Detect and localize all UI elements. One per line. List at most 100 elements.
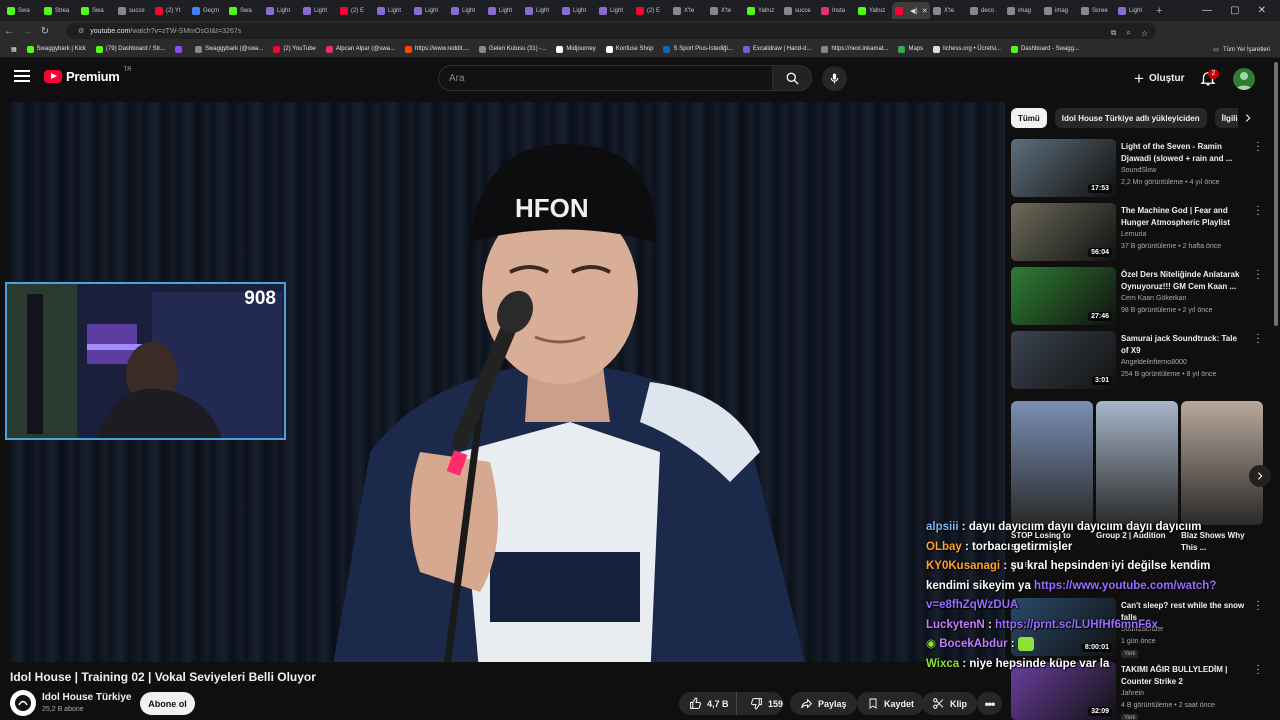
video-thumbnail[interactable]: 27:46 [1011, 267, 1116, 325]
short-thumbnail[interactable] [1011, 401, 1093, 525]
bookmark-item[interactable]: https://next.inkamat... [816, 45, 893, 53]
all-bookmarks[interactable]: ▭ Tüm Yer İşaretleri [1213, 41, 1270, 58]
recommendation-item[interactable]: 3:01 Samurai jack Soundtrack: Tale of X9 A… [1011, 330, 1263, 389]
create-button[interactable]: + Oluştur [1126, 67, 1193, 89]
minimize-icon[interactable]: — [1202, 5, 1212, 16]
maximize-icon[interactable]: ▢ [1230, 5, 1239, 16]
more-actions-button[interactable]: ••• [977, 692, 1002, 715]
browser-tab[interactable]: imag [1004, 2, 1041, 19]
bookmark-item[interactable]: Gelen Kutusu (31) -... [474, 45, 551, 53]
browser-tab[interactable]: X'te [930, 2, 967, 19]
site-info-icon[interactable]: ⚙ [78, 27, 84, 35]
bookmark-star-icon[interactable]: ☆ [1141, 29, 1148, 38]
browser-tab[interactable]: succe [115, 2, 152, 19]
bookmark-item[interactable]: https://www.reddit.... [400, 45, 474, 53]
browser-tab[interactable]: Light [263, 2, 300, 19]
hamburger-menu-icon[interactable] [14, 70, 30, 84]
bookmark-item[interactable]: lichess.org • Ücretsi... [928, 45, 1006, 53]
browser-tab[interactable]: Geçm [189, 2, 226, 19]
bookmark-item[interactable]: Excalidraw | Hand-d... [738, 45, 817, 53]
filter-chip[interactable]: Tümü [1011, 108, 1047, 128]
chat-link[interactable]: https://prnt.sc/LUHfHf6mnF6x [995, 619, 1158, 631]
browser-tab[interactable]: Light [559, 2, 596, 19]
dislike-button[interactable]: 159 [742, 692, 783, 715]
tab-close-icon[interactable]: ✕ [922, 7, 928, 15]
bookmark-item[interactable]: Maps [893, 45, 928, 53]
channel-name[interactable]: Jahrein [1121, 690, 1144, 697]
browser-tab[interactable]: Yalnız [855, 2, 892, 19]
browser-tab[interactable]: X'te [670, 2, 707, 19]
browser-tab[interactable]: deco [967, 2, 1004, 19]
video-title[interactable]: Light of the Seven - Ramin Djawadi (slow… [1121, 141, 1246, 165]
save-button[interactable]: Kaydet [857, 692, 925, 715]
address-bar[interactable]: ⚙ youtube.com/watch?v=zTW-SMmOsGI&t=3267… [66, 23, 1156, 39]
page-scrollbar-thumb[interactable] [1274, 62, 1278, 326]
zoom-icon[interactable]: ⌕ [1126, 28, 1130, 38]
channel-name[interactable]: Idol House Türkiye [42, 692, 131, 703]
kebab-menu-icon[interactable]: · · · [1255, 330, 1261, 348]
recommendation-item[interactable]: 56:04 The Machine God | Fear and Hunger A… [1011, 202, 1263, 261]
reload-icon[interactable]: ↻ [36, 26, 54, 37]
browser-tab[interactable]: ◀) ✕ [892, 2, 930, 19]
browser-tab[interactable]: Light [485, 2, 522, 19]
browser-tab[interactable]: Light [374, 2, 411, 19]
install-app-icon[interactable]: ⧉ [1111, 28, 1117, 38]
channel-name[interactable]: SoundSlow [1121, 167, 1156, 174]
bookmark-item[interactable]: (2) YouTube [268, 45, 320, 53]
channel-name[interactable]: Lemuria [1121, 231, 1146, 238]
kebab-menu-icon[interactable]: · · · [1255, 138, 1261, 156]
short-thumbnail[interactable] [1181, 401, 1263, 525]
apps-icon[interactable]: ▦ [6, 46, 22, 53]
channel-avatar[interactable] [10, 690, 36, 716]
user-avatar[interactable] [1233, 68, 1255, 90]
bookmark-item[interactable]: Alpcan Alpar (@swa... [321, 45, 400, 53]
browser-tab[interactable]: succe [781, 2, 818, 19]
search-button[interactable] [772, 65, 812, 91]
browser-tab[interactable]: Scree [1078, 2, 1115, 19]
browser-tab[interactable]: Light [1115, 2, 1152, 19]
browser-tab[interactable]: (2) Yt [152, 2, 189, 19]
new-tab-button[interactable]: + [1156, 5, 1162, 17]
forward-icon[interactable]: → [18, 26, 36, 37]
channel-name[interactable]: Cem Kaan Gökerkan [1121, 295, 1186, 302]
like-button[interactable]: 4,7 B [679, 692, 737, 715]
video-thumbnail[interactable]: 3:01 [1011, 331, 1116, 389]
browser-tab[interactable]: Light [411, 2, 448, 19]
bookmark-item[interactable]: Midjourney [551, 45, 600, 53]
chips-next-button[interactable] [1238, 108, 1258, 128]
bookmark-item[interactable]: Swaggybark (@swa... [190, 45, 268, 53]
clip-button[interactable]: Klip [922, 692, 977, 715]
video-title[interactable]: Samurai jack Soundtrack: Tale of X9 [1121, 333, 1246, 357]
browser-tab[interactable]: Insta [818, 2, 855, 19]
bookmark-item[interactable]: Swaggybark | Kick [22, 45, 91, 53]
close-window-icon[interactable]: ✕ [1258, 5, 1266, 16]
bookmark-item[interactable] [170, 45, 190, 53]
bookmark-item[interactable]: S Sport Plus-İstediği... [658, 45, 737, 53]
kebab-menu-icon[interactable]: · · · [1255, 266, 1261, 284]
browser-tab[interactable]: Light [448, 2, 485, 19]
video-thumbnail[interactable]: 56:04 [1011, 203, 1116, 261]
bookmark-item[interactable]: Dashboard - Swagg... [1006, 45, 1084, 53]
kebab-menu-icon[interactable]: · · · [1255, 202, 1261, 220]
browser-tab[interactable]: Swa [4, 2, 41, 19]
browser-tab[interactable]: Light [596, 2, 633, 19]
youtube-premium-logo[interactable]: Premium TR [44, 67, 132, 84]
browser-tab[interactable]: Swa [78, 2, 115, 19]
shorts-next-button[interactable] [1249, 465, 1271, 487]
voice-search-button[interactable] [822, 66, 847, 91]
recommendation-item[interactable]: 17:53 Light of the Seven - Ramin Djawadi … [1011, 138, 1263, 197]
browser-tab[interactable]: (2) E [337, 2, 374, 19]
filter-chip[interactable]: Idol House Türkiye adlı yükleyiciden [1054, 108, 1207, 128]
video-thumbnail[interactable]: 17:53 [1011, 139, 1116, 197]
short-thumbnail[interactable] [1096, 401, 1178, 525]
video-title[interactable]: Özel Ders Niteliğinde Anlatarak Oynuyoru… [1121, 269, 1246, 293]
browser-tab[interactable]: X'te [707, 2, 744, 19]
back-icon[interactable]: ← [0, 26, 18, 37]
browser-tab[interactable]: Light [522, 2, 559, 19]
recommendation-item[interactable]: 27:46 Özel Ders Niteliğinde Anlatarak Oyn… [1011, 266, 1263, 325]
browser-tab[interactable]: Yalnız [744, 2, 781, 19]
share-button[interactable]: Paylaş [790, 692, 857, 715]
browser-tab[interactable]: imag [1041, 2, 1078, 19]
browser-tab[interactable]: Light [300, 2, 337, 19]
search-input[interactable]: Ara [438, 65, 773, 91]
